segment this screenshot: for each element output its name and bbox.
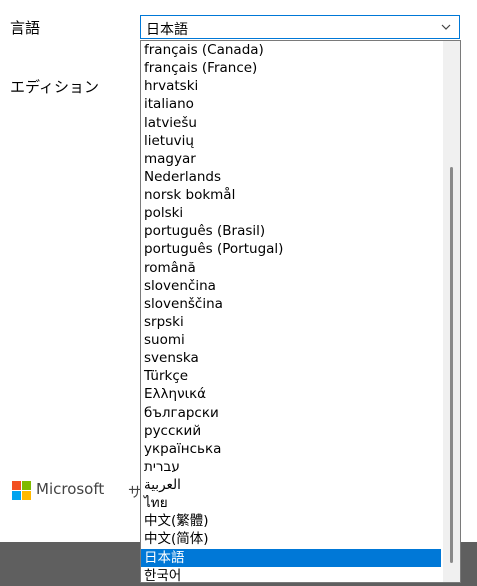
dropdown-item[interactable]: français (France) [141,59,441,77]
dropdown-item[interactable]: 中文(繁體) [141,512,441,530]
dropdown-item[interactable]: Türkçe [141,367,441,385]
dropdown-item[interactable]: italiano [141,95,441,113]
dropdown-item[interactable]: українська [141,440,441,458]
chevron-down-icon [441,24,451,30]
dropdown-item[interactable]: 한국어 [141,567,441,582]
dropdown-item[interactable]: slovenščina [141,295,441,313]
dropdown-item[interactable]: hrvatski [141,77,441,95]
dropdown-item[interactable]: srpski [141,313,441,331]
dropdown-item[interactable]: latviešu [141,114,441,132]
dropdown-item[interactable]: polski [141,204,441,222]
dropdown-item[interactable]: lietuvių [141,132,441,150]
language-dropdown-list[interactable]: français (Canada) français (France) hrvats… [140,40,461,583]
language-label: 言語 [10,19,41,37]
dropdown-item[interactable]: ไทย [141,494,441,512]
dropdown-item[interactable]: português (Portugal) [141,240,441,258]
dropdown-item[interactable]: български [141,404,441,422]
dropdown-item[interactable]: magyar [141,150,441,168]
dropdown-item[interactable]: русский [141,422,441,440]
dropdown-item[interactable]: português (Brasil) [141,222,441,240]
microsoft-logo-icon [12,481,31,500]
dropdown-item[interactable]: Ελληνικά [141,385,441,403]
microsoft-brand-text: Microsoft [36,480,105,498]
dropdown-item[interactable]: 中文(简体) [141,530,441,548]
dropdown-item[interactable]: Nederlands [141,168,441,186]
dropdown-scrollbar[interactable] [443,41,460,582]
dropdown-item[interactable]: français (Canada) [141,41,441,59]
language-select[interactable]: 日本語 [140,15,460,39]
dropdown-item[interactable]: română [141,259,441,277]
language-select-value: 日本語 [146,22,188,38]
dropdown-item[interactable]: עברית [141,458,441,476]
dropdown-item[interactable]: slovenčina [141,277,441,295]
dropdown-item[interactable]: suomi [141,331,441,349]
dropdown-item[interactable]: norsk bokmål [141,186,441,204]
scrollbar-thumb[interactable] [450,167,453,563]
dropdown-item-selected[interactable]: 日本語 [141,548,441,567]
dropdown-items: français (Canada) français (France) hrvats… [141,41,441,582]
dropdown-item[interactable]: svenska [141,349,441,367]
dropdown-item[interactable]: العربية [141,476,441,494]
edition-label: エディション [10,78,99,96]
